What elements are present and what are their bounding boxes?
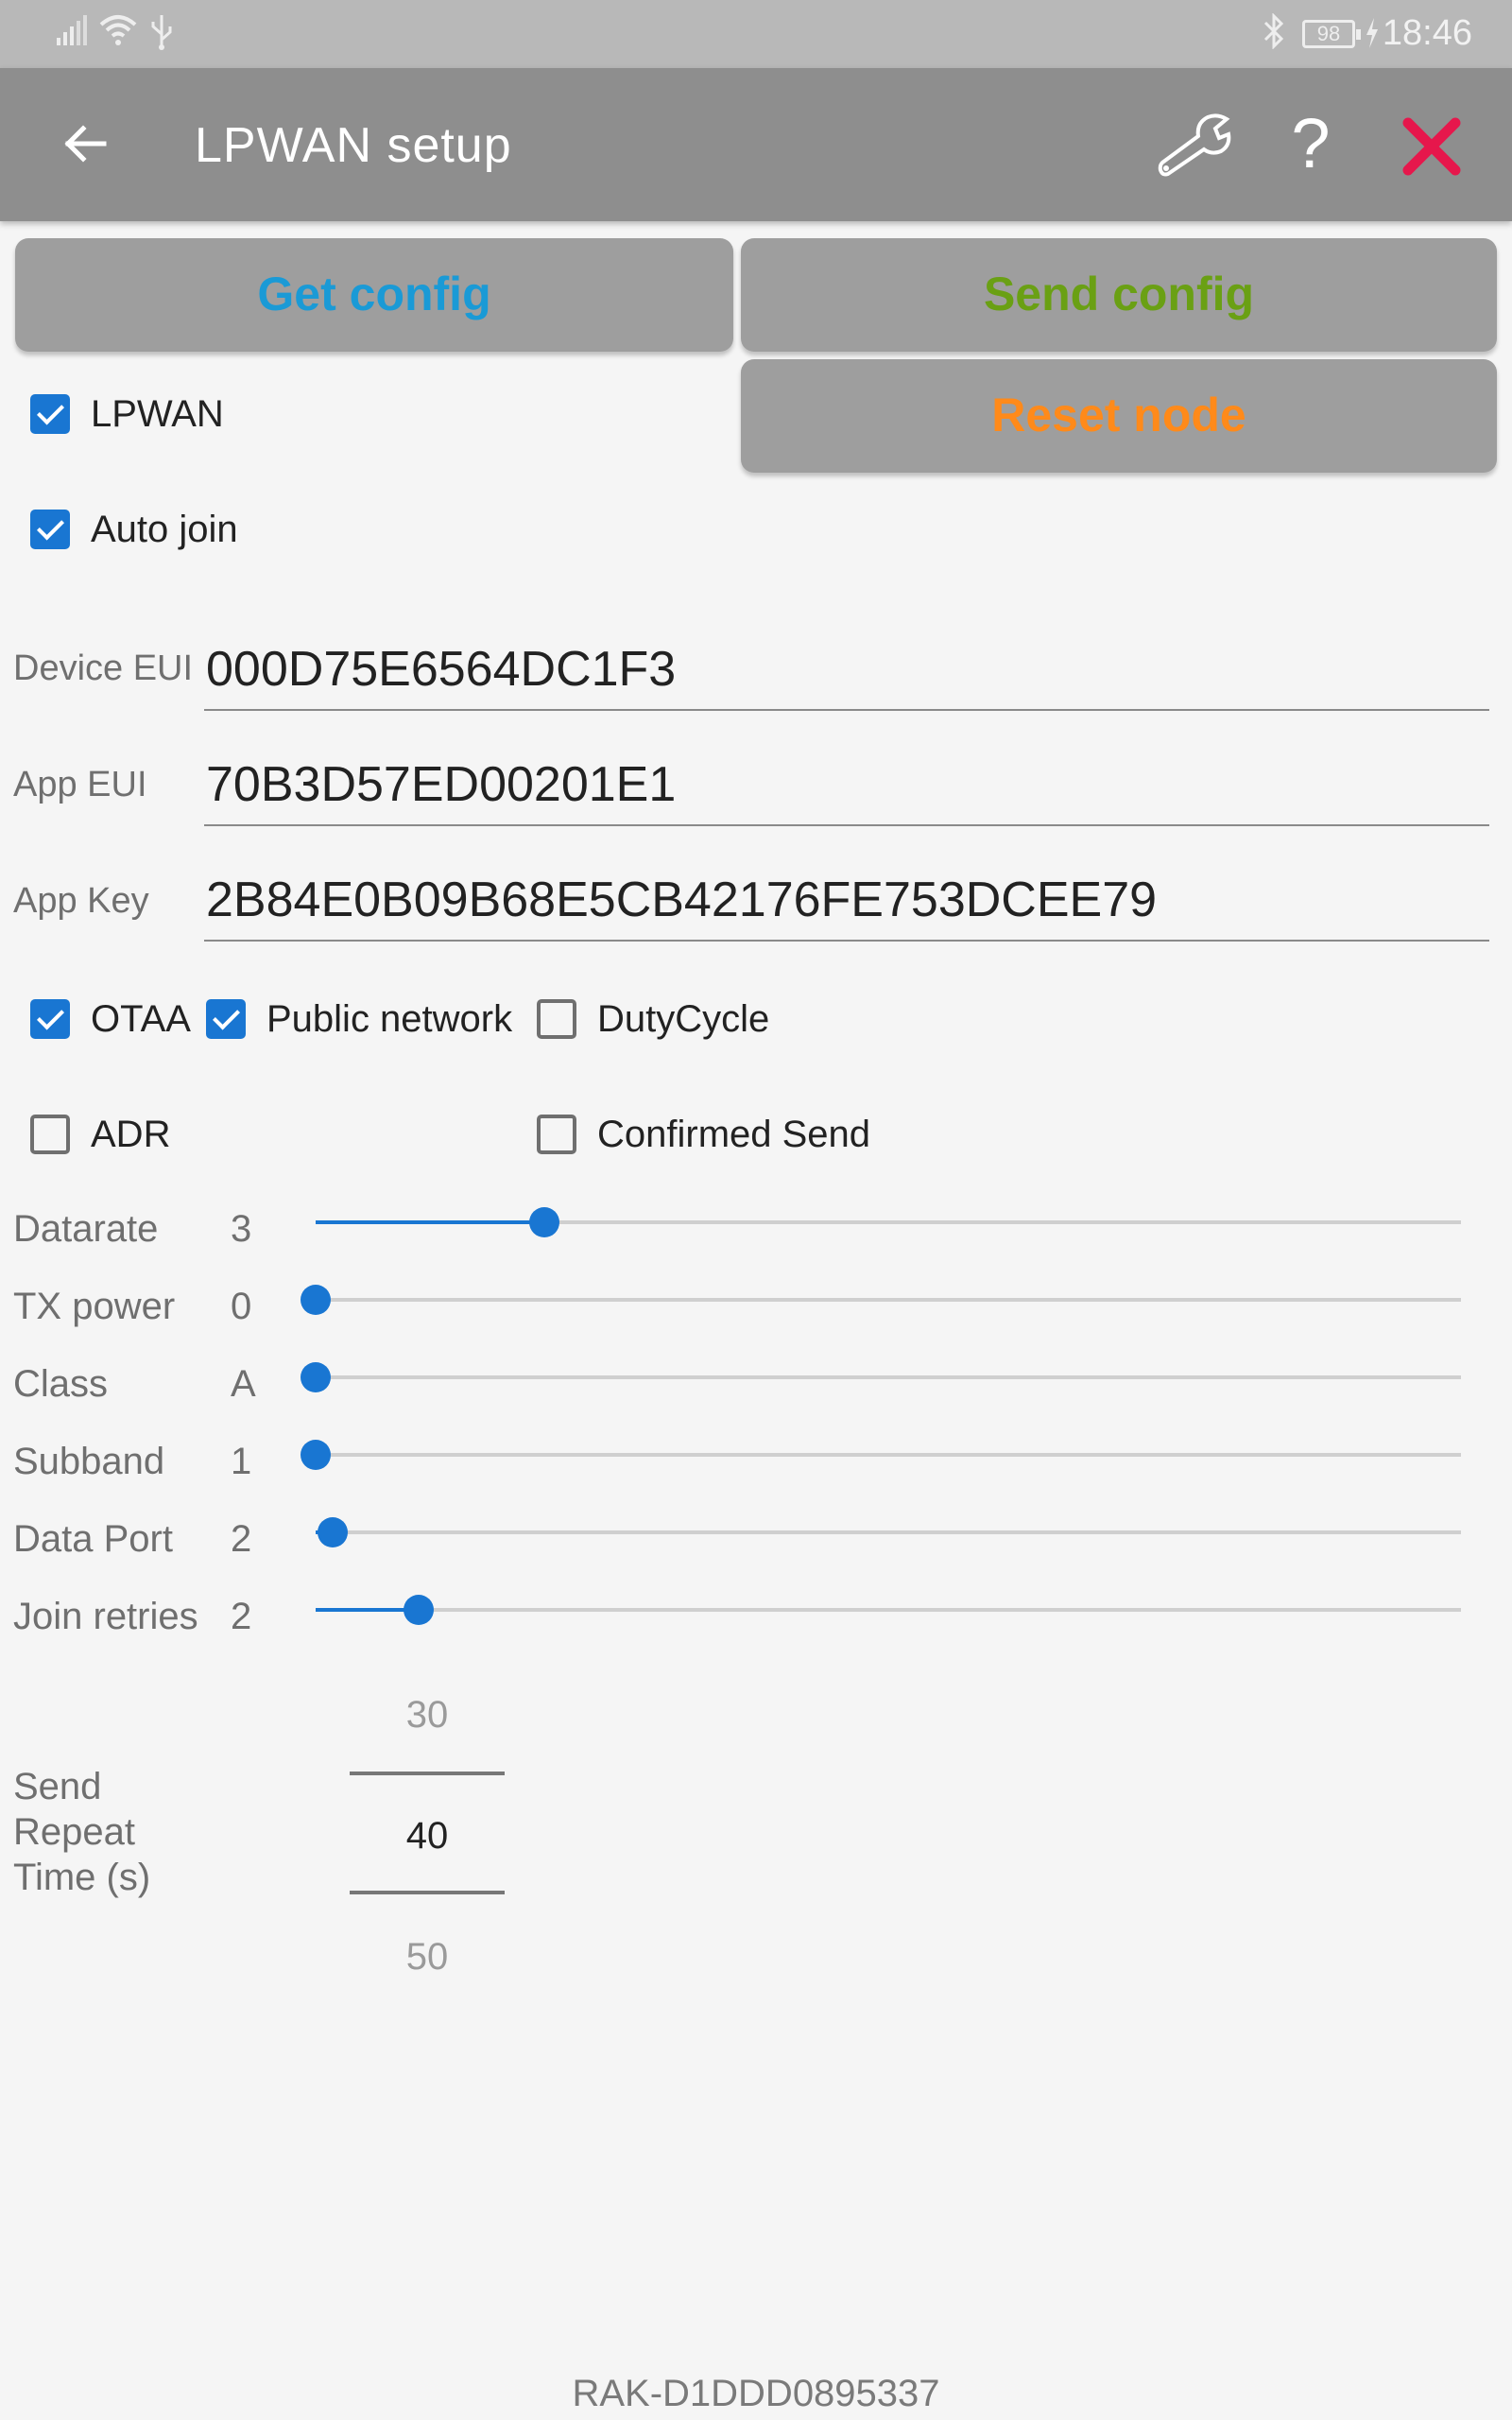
picker-divider (350, 1772, 505, 1775)
data-port-value: 2 (231, 1518, 252, 1560)
charging-icon (1365, 17, 1380, 58)
checkbox-label: LPWAN (91, 392, 224, 435)
signal-icon (55, 13, 87, 56)
slider-thumb[interactable] (529, 1207, 559, 1237)
checkbox-unchecked[interactable] (537, 1115, 576, 1154)
arrow-left-icon (64, 125, 107, 163)
send-config-button[interactable]: Send config (741, 238, 1497, 352)
wrench-icon (1158, 113, 1231, 177)
class-label: Class (13, 1363, 109, 1405)
battery-indicator: 98 (1302, 20, 1361, 48)
checkbox-checked[interactable] (30, 510, 70, 549)
checkbox-checked[interactable] (206, 999, 246, 1039)
device-eui-label: Device EUI (13, 648, 194, 688)
close-button[interactable] (1393, 108, 1470, 185)
subband-value: 1 (231, 1441, 252, 1482)
status-bar: 98 18:46 (0, 0, 1512, 68)
checkbox-label: DutyCycle (597, 997, 770, 1040)
data-port-slider[interactable] (316, 1517, 1461, 1547)
app-eui-label: App EUI (13, 765, 147, 804)
checkbox-label: Public network (266, 997, 513, 1040)
checkbox-checked[interactable] (30, 999, 70, 1039)
subband-label: Subband (13, 1441, 165, 1482)
confirmed-send-checkbox[interactable]: Confirmed Send (537, 1106, 870, 1163)
class-slider[interactable] (301, 1362, 1461, 1392)
datarate-label: Datarate (13, 1208, 159, 1250)
join-retries-label: Join retries (13, 1596, 198, 1637)
picker-next-value[interactable]: 50 (350, 1936, 505, 1979)
otaa-checkbox[interactable]: OTAA (30, 991, 191, 1047)
back-button[interactable] (53, 110, 121, 178)
app-key-field[interactable]: 2B84E0B09B68E5CB42176FE753DCEE79 (204, 858, 1489, 942)
slider-thumb[interactable] (404, 1595, 434, 1625)
checkbox-label: Auto join (91, 508, 238, 550)
picker-current-value[interactable]: 40 (350, 1815, 505, 1858)
tx-power-value: 0 (231, 1286, 252, 1327)
duty-cycle-checkbox[interactable]: DutyCycle (537, 991, 769, 1047)
send-repeat-label-line: Time (s) (13, 1857, 151, 1898)
join-retries-value: 2 (231, 1596, 252, 1637)
close-icon (1402, 117, 1461, 176)
datarate-slider[interactable] (316, 1207, 1461, 1237)
checkbox-unchecked[interactable] (30, 1115, 70, 1154)
public-network-checkbox[interactable]: Public network (206, 991, 512, 1047)
question-icon: ? (1291, 104, 1331, 182)
bluetooth-icon (1263, 12, 1285, 58)
send-repeat-label-line: Send (13, 1766, 102, 1807)
page-title: LPWAN setup (195, 118, 512, 173)
app-eui-field[interactable]: 70B3D57ED00201E1 (204, 743, 1489, 826)
tx-power-label: TX power (13, 1286, 176, 1327)
slider-fill (316, 1220, 544, 1224)
app-key-label: App Key (13, 881, 149, 921)
picker-prev-value[interactable]: 30 (350, 1694, 505, 1737)
device-id: RAK-D1DDD0895337 (572, 2373, 940, 2414)
get-config-button[interactable]: Get config (15, 238, 733, 352)
send-repeat-time-label: Send Repeat Time (s) (13, 1764, 150, 1900)
clock: 18:46 (1382, 13, 1472, 53)
wifi-icon (98, 13, 138, 56)
checkbox-unchecked[interactable] (537, 999, 576, 1039)
data-port-label: Data Port (13, 1518, 173, 1560)
checkbox-label: ADR (91, 1113, 171, 1155)
join-retries-slider[interactable] (316, 1595, 1461, 1625)
checkbox-label: Confirmed Send (597, 1113, 871, 1155)
usb-icon (147, 13, 176, 60)
slider-thumb[interactable] (301, 1362, 331, 1392)
auto-join-checkbox[interactable]: Auto join (30, 501, 238, 558)
class-value: A (231, 1363, 256, 1405)
datarate-value: 3 (231, 1208, 252, 1250)
lpwan-checkbox[interactable]: LPWAN (30, 386, 224, 442)
checkbox-checked[interactable] (30, 394, 70, 434)
send-repeat-label-line: Repeat (13, 1811, 135, 1853)
adr-checkbox[interactable]: ADR (30, 1106, 170, 1163)
slider-thumb[interactable] (318, 1517, 348, 1547)
tx-power-slider[interactable] (301, 1285, 1461, 1315)
device-eui-field[interactable]: 000D75E6564DC1F3 (204, 628, 1489, 711)
slider-thumb[interactable] (301, 1285, 331, 1315)
picker-divider (350, 1891, 505, 1894)
subband-slider[interactable] (301, 1440, 1461, 1470)
slider-thumb[interactable] (301, 1440, 331, 1470)
reset-node-button[interactable]: Reset node (741, 359, 1497, 473)
app-bar: LPWAN setup ? (0, 68, 1512, 221)
help-button[interactable]: ? (1278, 102, 1344, 185)
settings-button[interactable] (1155, 108, 1234, 183)
checkbox-label: OTAA (91, 997, 191, 1040)
